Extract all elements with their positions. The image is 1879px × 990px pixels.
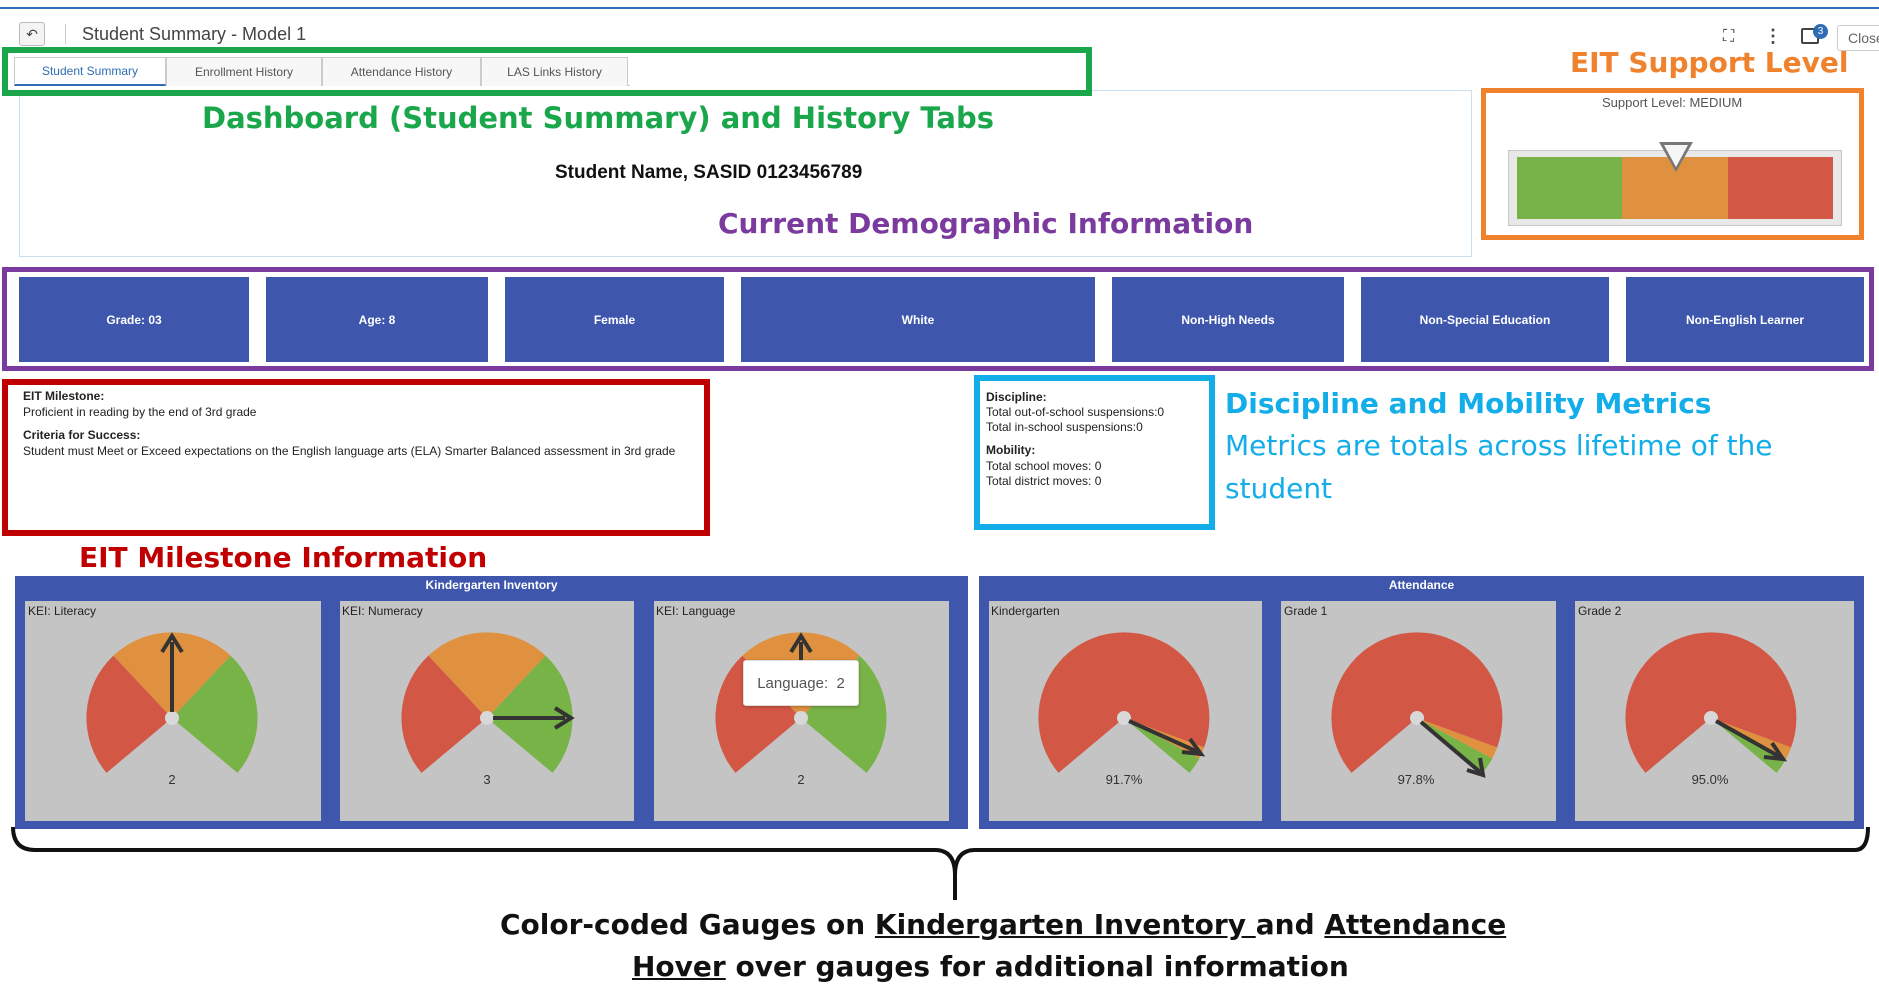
demographic-highlight-box	[2, 267, 1874, 371]
annotation-tabs: Dashboard (Student Summary) and History …	[202, 101, 994, 135]
kei-language-value: 2	[797, 772, 805, 787]
caption-attendance: Attendance	[1324, 908, 1507, 941]
discipline-highlight-box	[974, 375, 1215, 530]
annotation-support-level: EIT Support Level	[1570, 46, 1849, 79]
attendance-grade1-value: 97.8%	[1397, 772, 1435, 787]
caption-hover-text: over gauges for additional information	[725, 950, 1349, 983]
annotation-discipline-subtitle-1: Metrics are totals across lifetime of th…	[1225, 429, 1773, 462]
attendance-kindergarten-value: 91.7%	[1105, 772, 1143, 787]
caption-line-2: Hover over gauges for additional informa…	[632, 950, 1349, 983]
annotation-milestone: EIT Milestone Information	[79, 541, 488, 574]
caption-hover: Hover	[632, 950, 726, 983]
attendance-grade2-value: 95.0%	[1691, 772, 1729, 787]
attendance-grade2-gauge	[1625, 632, 1797, 773]
annotation-demographic: Current Demographic Information	[718, 207, 1254, 240]
annotation-discipline-subtitle-2: student	[1225, 472, 1333, 505]
annotation-discipline-title: Discipline and Mobility Metrics	[1225, 387, 1712, 420]
kei-literacy-value: 2	[168, 772, 176, 787]
attendance-grade1-gauge	[1331, 632, 1503, 778]
bottom-brace	[11, 826, 1870, 900]
kei-numeracy-value: 3	[483, 772, 491, 787]
caption-line-1: Color-coded Gauges on Kindergarten Inven…	[500, 908, 1506, 941]
caption-and: and	[1255, 908, 1325, 941]
attendance-kindergarten-gauge	[1038, 632, 1210, 773]
gauge-tooltip: Language: 2	[743, 660, 859, 706]
kei-numeracy-gauge	[401, 632, 575, 773]
support-highlight-box	[1481, 88, 1864, 240]
caption-text: Color-coded Gauges on	[500, 908, 875, 941]
tabs-highlight-box	[2, 47, 1092, 96]
kei-literacy-gauge	[86, 632, 258, 773]
milestone-highlight-box	[2, 379, 710, 536]
caption-kindergarten-inventory: Kindergarten Inventory	[874, 908, 1256, 941]
